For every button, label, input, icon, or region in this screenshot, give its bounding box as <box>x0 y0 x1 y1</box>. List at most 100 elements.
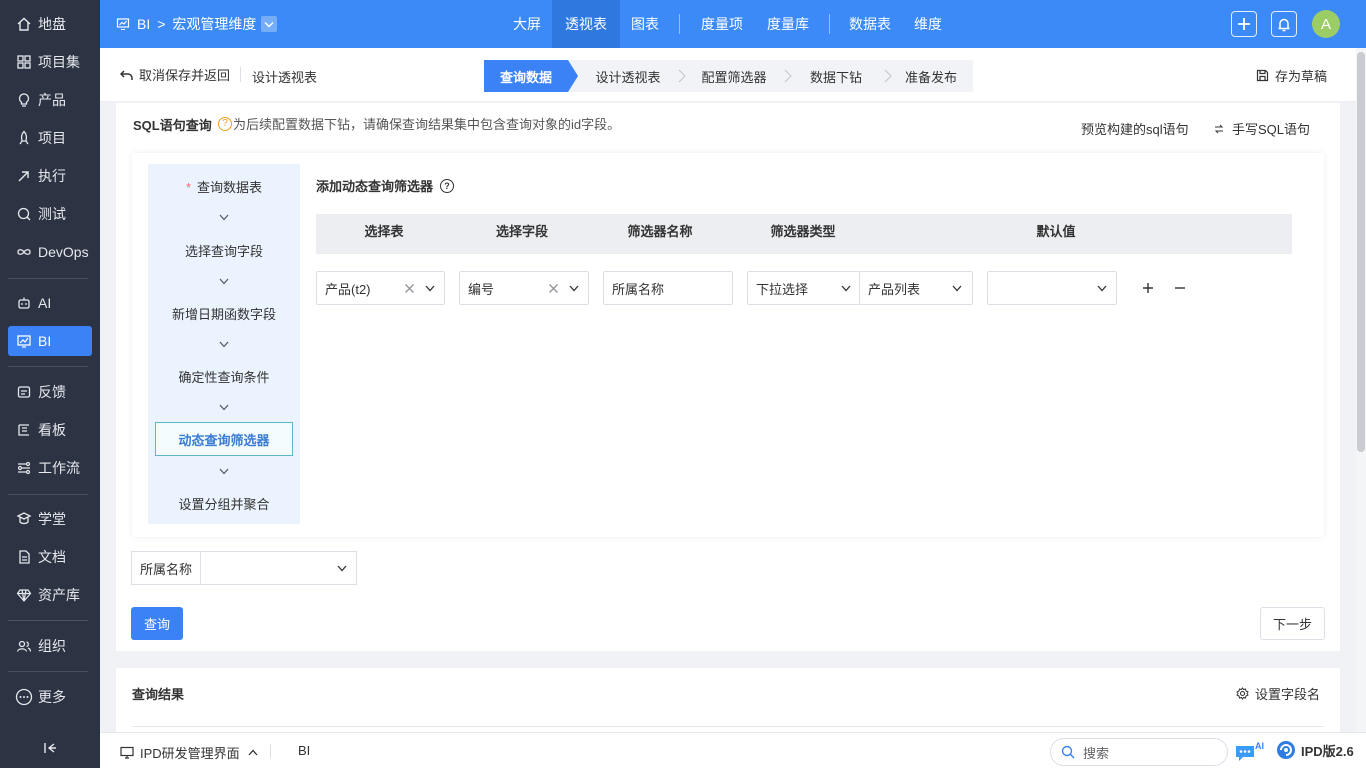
cancel-back-button[interactable]: 取消保存并返回 <box>120 65 230 84</box>
collapse-sidebar-icon[interactable] <box>42 740 58 756</box>
top-nav-pivot[interactable]: 透视表 <box>552 0 620 48</box>
step-config-filter[interactable]: 配置筛选器 <box>690 60 778 92</box>
sidebar-item-doc[interactable]: 文档 <box>8 542 92 572</box>
grid-icon <box>15 53 33 71</box>
sidebar-item-school[interactable]: 学堂 <box>8 504 92 534</box>
bulb-icon <box>15 91 33 109</box>
top-nav-divider <box>829 14 830 34</box>
builder-step-date-func[interactable]: 新增日期函数字段 <box>148 304 300 323</box>
sidebar-item-feedback[interactable]: 反馈 <box>8 377 92 407</box>
breadcrumb-current[interactable]: 宏观管理维度 <box>172 14 256 34</box>
top-nav-dimension[interactable]: 维度 <box>906 0 950 48</box>
select-field[interactable]: 编号 <box>459 271 589 305</box>
filter-table-header: 选择表 选择字段 筛选器名称 筛选器类型 默认值 <box>316 214 1292 254</box>
sidebar-item-workflow[interactable]: 工作流 <box>8 453 92 483</box>
select-value: 产品列表 <box>868 281 921 297</box>
handwrite-sql-button[interactable]: 手写SQL语句 <box>1214 119 1310 138</box>
step-publish[interactable]: 准备发布 <box>896 60 966 92</box>
select-default-value[interactable] <box>987 271 1117 305</box>
people-icon <box>15 637 33 655</box>
chevron-down-icon <box>569 285 579 292</box>
sidebar-item-program[interactable]: 项目集 <box>8 47 92 77</box>
builder-step-dynamic-filter[interactable]: 动态查询筛选器 <box>155 422 293 456</box>
logo-icon <box>1276 740 1296 760</box>
top-nav-screen[interactable]: 大屏 <box>503 0 551 48</box>
chevron-down-icon <box>952 285 962 292</box>
save-draft-button[interactable]: 存为草稿 <box>1256 66 1327 85</box>
sidebar-item-label: 执行 <box>38 168 66 184</box>
notification-button[interactable] <box>1271 11 1297 37</box>
builder-step-conditions[interactable]: 确定性查询条件 <box>148 367 300 386</box>
sidebar-item-label: 测试 <box>38 206 66 222</box>
version-text: IPD版2.6 <box>1301 743 1354 759</box>
preview-sql-link[interactable]: 预览构建的sql语句 <box>1081 119 1189 138</box>
filter-select[interactable] <box>200 551 357 585</box>
avatar[interactable]: A <box>1312 10 1340 38</box>
sidebar-item-dashboard[interactable]: 地盘 <box>8 9 92 39</box>
builder-step-table[interactable]: * 查询数据表 <box>148 177 300 196</box>
chevron-down-icon <box>219 404 229 411</box>
add-button[interactable] <box>1231 11 1257 37</box>
current-module[interactable]: BI <box>298 743 310 758</box>
top-nav-datatable[interactable]: 数据表 <box>840 0 900 48</box>
column-header: 默认值 <box>1036 223 1076 239</box>
remove-row-icon[interactable] <box>1173 281 1187 295</box>
builder-step-group[interactable]: 设置分组并聚合 <box>148 494 300 513</box>
chevron-right-icon <box>678 69 686 83</box>
sidebar-item-product[interactable]: 产品 <box>8 85 92 115</box>
sidebar-item-label: 地盘 <box>38 16 66 32</box>
ai-chat-icon[interactable]: AI <box>1234 740 1266 764</box>
sidebar-item-label: 组织 <box>38 638 66 654</box>
sidebar-item-bi[interactable]: BI <box>8 326 92 356</box>
doc-icon <box>15 548 33 566</box>
filter-name-input[interactable]: 所属名称 <box>603 271 733 305</box>
select-value: 产品(t2) <box>325 281 371 297</box>
sidebar-item-org[interactable]: 组织 <box>8 631 92 661</box>
app-switcher[interactable]: IPD研发管理界面 <box>120 743 258 762</box>
add-row-icon[interactable] <box>1141 281 1155 295</box>
top-nav-metric[interactable]: 度量项 <box>690 0 754 48</box>
select-table[interactable]: 产品(t2) <box>316 271 445 305</box>
breadcrumb-root[interactable]: BI <box>137 16 150 32</box>
sidebar-item-label: 资产库 <box>38 587 80 603</box>
set-field-name-label: 设置字段名 <box>1255 687 1321 702</box>
search-input[interactable]: 搜索 <box>1050 738 1228 766</box>
sidebar-item-project[interactable]: 项目 <box>8 123 92 153</box>
sidebar-item-assets[interactable]: 资产库 <box>8 580 92 610</box>
sidebar-item-kanban[interactable]: 看板 <box>8 415 92 445</box>
chevron-down-icon[interactable] <box>261 16 278 32</box>
sidebar-item-execution[interactable]: 执行 <box>8 161 92 191</box>
sidebar-item-ai[interactable]: AI <box>8 288 92 318</box>
divider <box>132 726 1324 727</box>
results-title: 查询结果 <box>132 687 185 702</box>
query-button[interactable]: 查询 <box>131 607 183 640</box>
select-filter-source[interactable]: 产品列表 <box>859 271 973 305</box>
top-nav-chart[interactable]: 图表 <box>620 0 670 48</box>
step-design-pivot[interactable]: 设计透视表 <box>584 60 672 92</box>
kanban-icon <box>15 421 33 439</box>
bell-icon <box>1278 18 1290 31</box>
save-draft-label: 存为草稿 <box>1275 69 1328 84</box>
column-header: 选择字段 <box>495 223 548 239</box>
test-icon <box>15 205 33 223</box>
divider <box>240 67 241 82</box>
home-icon <box>15 15 33 33</box>
help-icon[interactable]: ? <box>440 178 455 193</box>
set-field-name-button[interactable]: 设置字段名 <box>1236 684 1320 703</box>
top-nav-metric-lib[interactable]: 度量库 <box>756 0 820 48</box>
handwrite-sql-label: 手写SQL语句 <box>1232 122 1311 137</box>
sidebar-divider <box>8 366 88 367</box>
step-query-data[interactable]: 查询数据 <box>484 60 568 92</box>
scrollbar-thumb[interactable] <box>1357 52 1365 452</box>
chevron-down-icon <box>1097 285 1107 292</box>
sidebar-item-label: 产品 <box>38 92 66 108</box>
sidebar-item-more[interactable]: 更多 <box>8 682 92 712</box>
step-drilldown[interactable]: 数据下钻 <box>796 60 876 92</box>
sidebar-item-devops[interactable]: DevOps <box>8 237 92 267</box>
next-step-button[interactable]: 下一步 <box>1260 607 1325 640</box>
builder-step-fields[interactable]: 选择查询字段 <box>148 241 300 260</box>
sidebar-item-test[interactable]: 测试 <box>8 199 92 229</box>
select-filter-type[interactable]: 下拉选择 <box>747 271 860 305</box>
save-icon <box>1256 69 1269 82</box>
feedback-icon <box>15 383 33 401</box>
